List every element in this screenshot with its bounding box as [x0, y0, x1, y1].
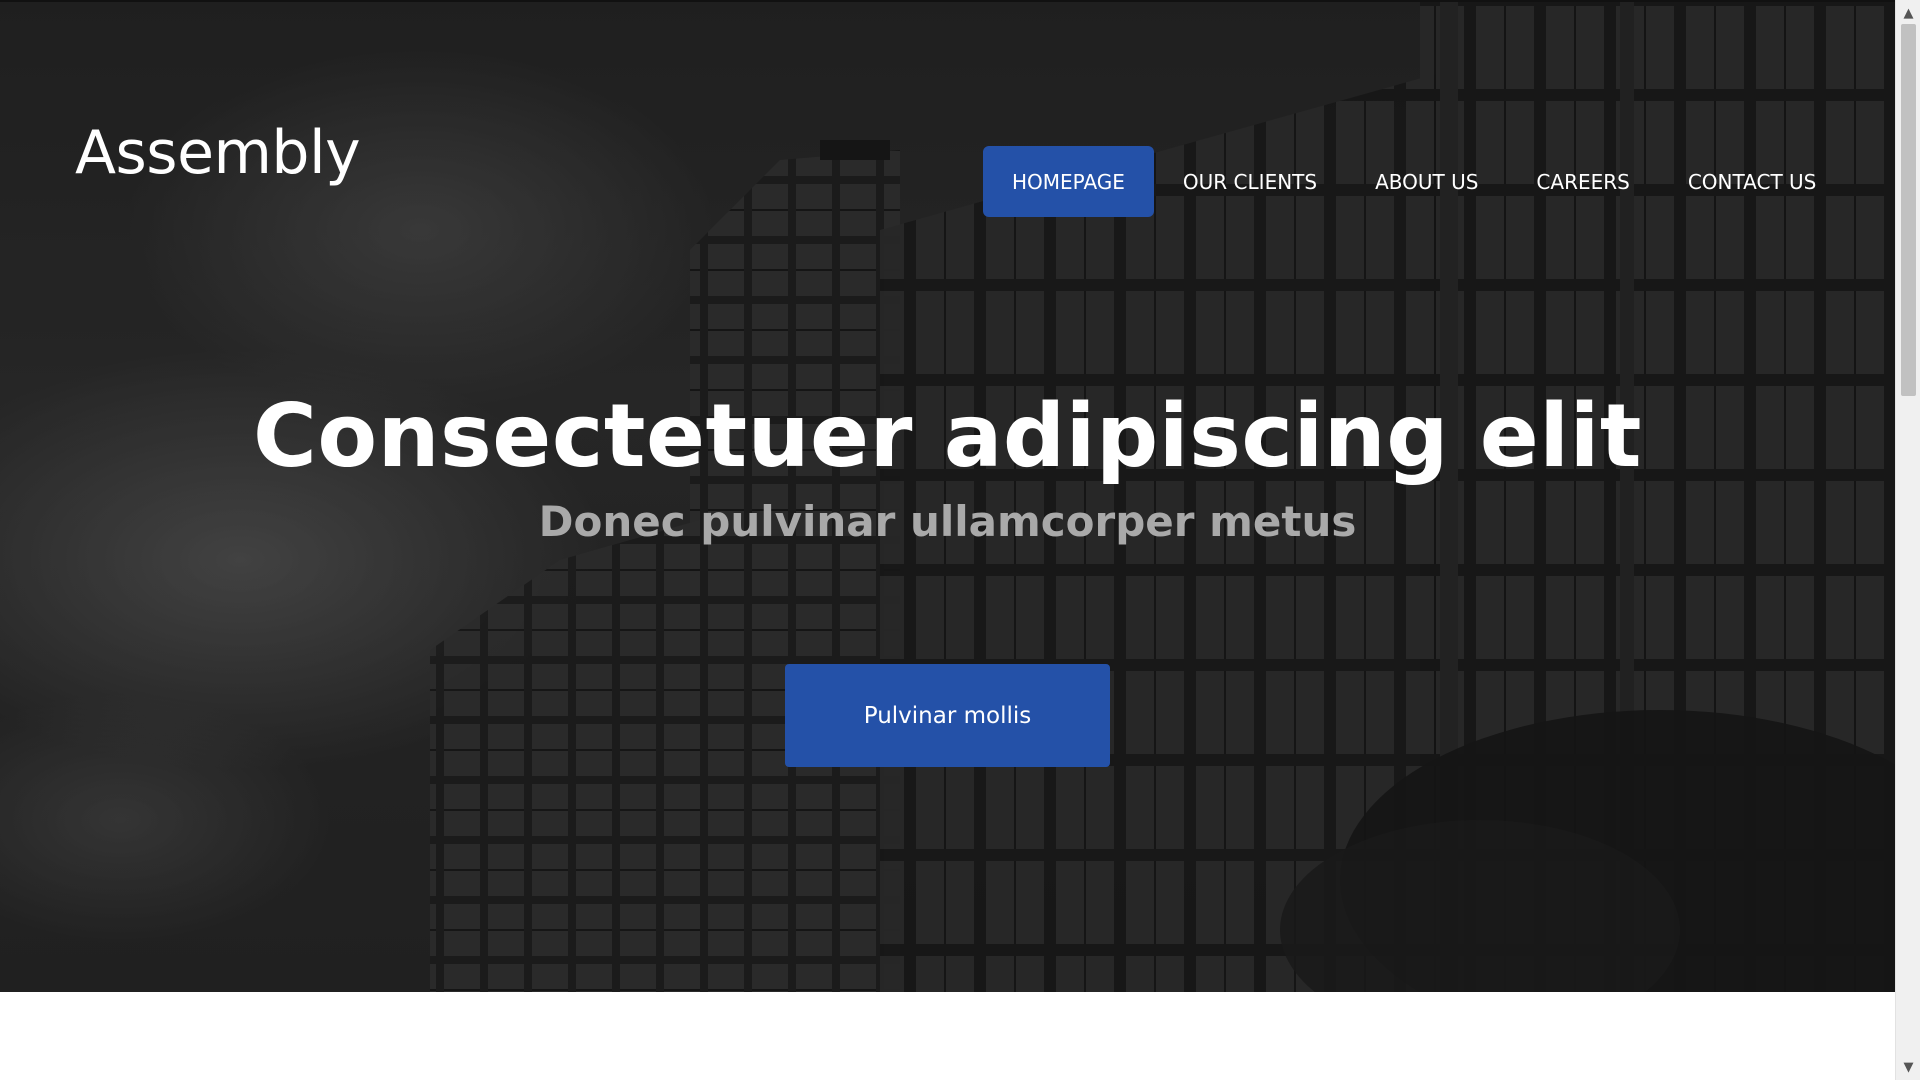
- hero-section: Assembly HOMEPAGE OUR CLIENTS ABOUT US C…: [0, 0, 1895, 992]
- scrollbar-thumb[interactable]: [1901, 24, 1916, 396]
- nav-item-homepage[interactable]: HOMEPAGE: [983, 146, 1154, 217]
- nav-item-about-us[interactable]: ABOUT US: [1346, 146, 1507, 217]
- nav-item-our-clients[interactable]: OUR CLIENTS: [1154, 146, 1346, 217]
- hero-headline: Consectetuer adipiscing elit: [252, 385, 1643, 487]
- hero-subheadline: Donec pulvinar ullamcorper metus: [538, 497, 1357, 546]
- site-logo[interactable]: Assembly: [75, 118, 361, 188]
- nav-item-careers[interactable]: CAREERS: [1507, 146, 1658, 217]
- main-navigation: HOMEPAGE OUR CLIENTS ABOUT US CAREERS CO…: [983, 146, 1845, 217]
- chevron-up-icon[interactable]: ▲: [1896, 2, 1920, 24]
- nav-item-contact-us[interactable]: CONTACT US: [1659, 146, 1846, 217]
- vertical-scrollbar[interactable]: ▲ ▼: [1895, 0, 1920, 1080]
- top-border: [0, 0, 1895, 2]
- hero-cta-button[interactable]: Pulvinar mollis: [785, 664, 1110, 767]
- page-viewport: Assembly HOMEPAGE OUR CLIENTS ABOUT US C…: [0, 0, 1895, 1080]
- chevron-down-icon[interactable]: ▼: [1896, 1056, 1920, 1078]
